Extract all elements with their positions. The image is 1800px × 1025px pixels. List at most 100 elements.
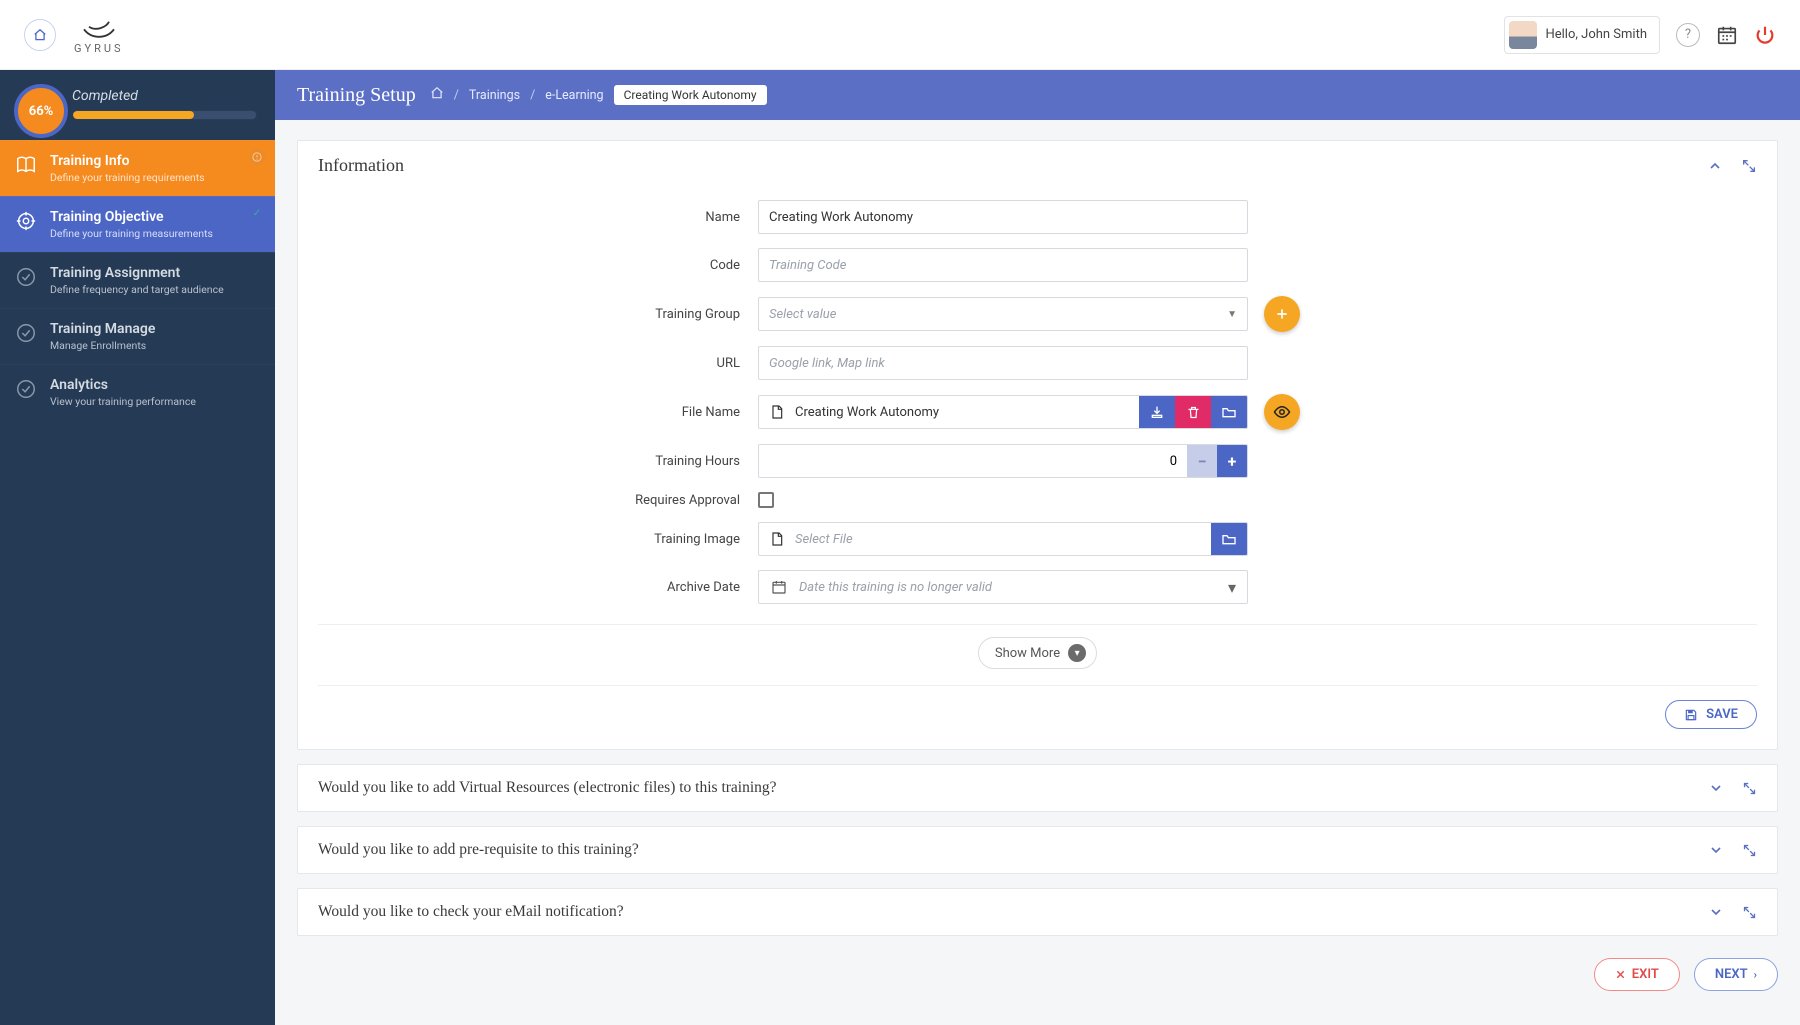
label-archive-date: Archive Date [318, 580, 758, 595]
topbar: GYRUS Hello, John Smith ? [0, 0, 1800, 70]
book-icon [14, 153, 38, 177]
sidebar: 66% Completed Training Info Define your … [0, 70, 275, 1025]
expand-panel-button[interactable] [1741, 158, 1757, 174]
delete-file-button[interactable] [1175, 396, 1211, 428]
ok-badge: ✓ [249, 205, 265, 221]
save-button[interactable]: SAVE [1665, 700, 1757, 729]
close-icon [1615, 969, 1626, 980]
training-image-field[interactable]: Select File [758, 522, 1248, 556]
label-file-name: File Name [318, 405, 758, 420]
step-sub: View your training performance [50, 395, 259, 408]
eye-icon [1273, 403, 1291, 421]
download-file-button[interactable] [1139, 396, 1175, 428]
home-icon [33, 28, 47, 42]
toggle-panel-button[interactable] [1708, 780, 1724, 796]
label-training-group: Training Group [318, 307, 758, 322]
footer-actions: EXIT NEXT › [297, 950, 1778, 995]
chevron-down-icon: ▼ [1227, 309, 1237, 320]
chevron-up-icon [1707, 158, 1723, 174]
training-image-placeholder: Select File [795, 532, 1211, 547]
save-icon [1684, 708, 1698, 722]
logout-button[interactable] [1754, 24, 1776, 46]
expand-icon [1742, 781, 1757, 796]
code-input[interactable] [758, 248, 1248, 282]
step-title: Analytics [50, 377, 259, 393]
add-training-group-button[interactable] [1264, 296, 1300, 332]
browse-image-button[interactable] [1211, 523, 1247, 555]
step-sub: Define your training measurements [50, 227, 259, 240]
file-name-text: Creating Work Autonomy [795, 405, 1139, 420]
preview-file-button[interactable] [1264, 394, 1300, 430]
page-title: Training Setup [297, 84, 416, 107]
step-title: Training Info [50, 153, 259, 169]
progress-percent-badge: 66% [14, 84, 68, 138]
label-training-hours: Training Hours [318, 454, 758, 469]
label-code: Code [318, 258, 758, 273]
training-hours-input[interactable] [759, 445, 1187, 477]
sidebar-step-training-objective[interactable]: Training Objective Define your training … [0, 196, 275, 252]
expand-panel-button[interactable] [1742, 843, 1757, 858]
home-button[interactable] [24, 19, 56, 51]
step-title: Training Manage [50, 321, 259, 337]
show-more-button[interactable]: Show More ▾ [978, 637, 1097, 669]
panel-virtual-resources[interactable]: Would you like to add Virtual Resources … [297, 764, 1778, 812]
logo-mark-icon [79, 14, 119, 42]
collapse-panel-button[interactable] [1707, 158, 1723, 174]
panel-email-notification[interactable]: Would you like to check your eMail notif… [297, 888, 1778, 936]
home-icon [430, 86, 444, 100]
toggle-panel-button[interactable] [1708, 842, 1724, 858]
chevron-down-icon [1708, 780, 1724, 796]
document-icon [759, 404, 795, 420]
avatar [1509, 21, 1537, 49]
exit-button[interactable]: EXIT [1594, 958, 1680, 991]
panel-title: Information [318, 155, 404, 176]
archive-date-placeholder: Date this training is no longer valid [799, 580, 1217, 595]
plus-icon [1274, 306, 1290, 322]
chevron-down-icon: ▾ [1068, 644, 1086, 662]
user-greeting: Hello, John Smith [1545, 27, 1647, 42]
archive-date-field[interactable]: Date this training is no longer valid ▾ [758, 570, 1248, 604]
training-group-select[interactable]: Select value ▼ [758, 297, 1248, 331]
requires-approval-checkbox[interactable] [758, 492, 774, 508]
browse-file-button[interactable] [1211, 396, 1247, 428]
url-input[interactable] [758, 346, 1248, 380]
next-button[interactable]: NEXT › [1694, 958, 1778, 991]
sidebar-step-analytics[interactable]: Analytics View your training performance [0, 364, 275, 420]
sidebar-step-training-assignment[interactable]: Training Assignment Define frequency and… [0, 252, 275, 308]
logo-text: GYRUS [74, 42, 124, 55]
progress-label: Completed [72, 88, 257, 104]
chevron-right-icon: › [1754, 968, 1757, 981]
page-header: Training Setup / Trainings / e-Learning … [275, 70, 1800, 120]
sidebar-step-training-manage[interactable]: Training Manage Manage Enrollments [0, 308, 275, 364]
panel-prerequisite[interactable]: Would you like to add pre-requisite to t… [297, 826, 1778, 874]
sidebar-step-training-info[interactable]: Training Info Define your training requi… [0, 140, 275, 196]
breadcrumb: / Trainings / e-Learning Creating Work A… [430, 85, 767, 105]
expand-icon [1742, 905, 1757, 920]
expand-panel-button[interactable] [1742, 905, 1757, 920]
breadcrumb-trainings[interactable]: Trainings [469, 88, 520, 103]
step-sub: Define frequency and target audience [50, 283, 259, 296]
progress-section: 66% Completed [0, 70, 275, 140]
folder-icon [1221, 531, 1237, 547]
progress-bar [72, 110, 257, 120]
user-menu[interactable]: Hello, John Smith [1504, 16, 1660, 54]
warning-badge [249, 149, 265, 165]
file-name-field[interactable]: Creating Work Autonomy [758, 395, 1248, 429]
calendar-button[interactable] [1716, 24, 1738, 46]
label-training-image: Training Image [318, 532, 758, 547]
panel-information: Information Name Code [297, 140, 1778, 750]
increment-hours-button[interactable]: + [1217, 445, 1247, 477]
toggle-panel-button[interactable] [1708, 904, 1724, 920]
breadcrumb-home[interactable] [430, 86, 444, 104]
breadcrumb-current: Creating Work Autonomy [614, 85, 767, 105]
chevron-down-icon [1708, 904, 1724, 920]
decrement-hours-button[interactable]: − [1187, 445, 1217, 477]
folder-icon [1221, 404, 1237, 420]
name-input[interactable] [758, 200, 1248, 234]
breadcrumb-elearning[interactable]: e-Learning [545, 88, 603, 103]
help-button[interactable]: ? [1676, 23, 1700, 47]
chevron-down-icon [1708, 842, 1724, 858]
expand-panel-button[interactable] [1742, 781, 1757, 796]
calendar-icon [759, 579, 799, 595]
training-hours-stepper: − + [758, 444, 1248, 478]
